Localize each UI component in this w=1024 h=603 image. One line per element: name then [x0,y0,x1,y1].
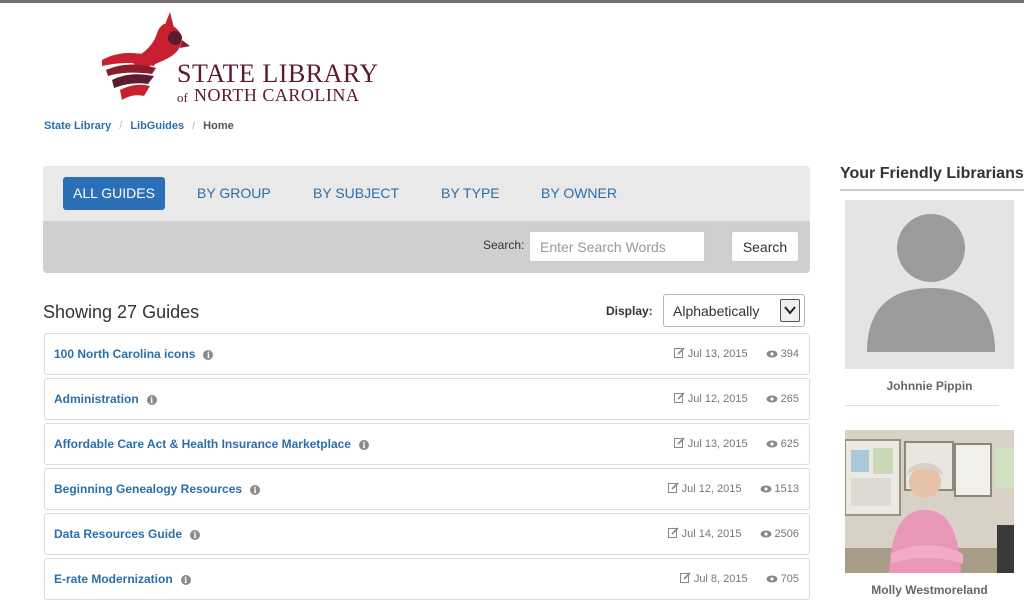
guide-link[interactable]: Affordable Care Act & Health Insurance M… [54,437,369,451]
tab-by-type[interactable]: BY TYPE [441,177,500,210]
display-select-value: Alphabetically [673,303,760,319]
sidebar-title: Your Friendly Librarians [840,165,1024,182]
info-icon[interactable]: i [146,395,157,405]
search-input[interactable] [529,231,705,262]
guide-title[interactable]: Data Resources Guide [54,527,182,541]
guide-title[interactable]: E-rate Modernization [54,572,173,586]
updated-date: Jul 14, 2015 [681,528,742,540]
guide-link[interactable]: 100 North Carolina icons i [54,347,214,361]
list-item: Beginning Genealogy Resources i Jul 12, 2… [44,468,810,510]
breadcrumb: State Library / LibGuides / Home [44,120,234,132]
eye-icon [766,575,778,583]
list-item: Affordable Care Act & Health Insurance M… [44,423,810,465]
breadcrumb-state-library[interactable]: State Library [44,120,111,132]
guide-link[interactable]: E-rate Modernization i [54,572,191,586]
breadcrumb-separator: / [119,120,123,132]
eye-icon [766,395,778,403]
view-count: 2506 [774,528,799,540]
guide-link[interactable]: Data Resources Guide i [54,527,201,541]
list-item: 100 North Carolina icons i Jul 13, 2015 39… [44,333,810,375]
guide-link[interactable]: Beginning Genealogy Resources i [54,482,261,496]
eye-icon [760,530,772,538]
search-button[interactable]: Search [731,231,799,262]
updated-date: Jul 8, 2015 [693,573,748,585]
librarian-avatar[interactable] [845,200,1014,369]
edit-icon [679,572,691,583]
librarian-name[interactable]: Johnnie Pippin [845,379,1014,393]
display-select[interactable]: Alphabetically [663,294,805,327]
tab-bar: ALL GUIDES BY GROUP BY SUBJECT BY TYPE B… [43,166,810,221]
results-count: Showing 27 Guides [43,302,200,322]
guide-meta: Jul 12, 2015 1513 [667,482,799,495]
edit-icon [673,437,685,448]
guide-title[interactable]: Beginning Genealogy Resources [54,482,242,496]
view-count: 1513 [774,483,799,495]
guide-meta: Jul 13, 2015 625 [673,437,799,450]
tab-by-owner[interactable]: BY OWNER [541,177,617,210]
search-label: Search: [483,238,525,252]
info-icon[interactable]: i [358,440,369,450]
guide-browse-panel: ALL GUIDES BY GROUP BY SUBJECT BY TYPE B… [43,166,810,273]
info-icon[interactable]: i [250,485,261,495]
display-label: Display: [606,304,653,318]
view-count: 625 [780,438,799,450]
info-icon[interactable]: i [180,575,191,585]
chevron-down-icon[interactable] [780,299,800,322]
guide-list: 100 North Carolina icons i Jul 13, 2015 39… [44,333,810,603]
list-item: Administration i Jul 12, 2015 265 [44,378,810,420]
list-item: Data Resources Guide i Jul 14, 2015 2506 [44,513,810,555]
view-count: 265 [780,393,799,405]
view-count: 394 [780,348,799,360]
tab-by-group[interactable]: BY GROUP [197,177,271,210]
edit-icon [673,347,685,358]
guide-title[interactable]: 100 North Carolina icons [54,347,195,361]
guide-meta: Jul 12, 2015 265 [673,392,799,405]
logo-text-north-carolina: NORTH CAROLINA [194,85,360,105]
guide-meta: Jul 14, 2015 2506 [667,527,799,540]
breadcrumb-home: Home [203,120,234,132]
librarian-photo[interactable] [845,430,1014,573]
updated-date: Jul 12, 2015 [687,393,748,405]
edit-icon [673,392,685,403]
updated-date: Jul 12, 2015 [681,483,742,495]
guide-link[interactable]: Administration i [54,392,157,406]
guide-title[interactable]: Affordable Care Act & Health Insurance M… [54,437,351,451]
guide-meta: Jul 13, 2015 394 [673,347,799,360]
divider [845,405,999,406]
eye-icon [760,485,772,493]
guide-meta: Jul 8, 2015 705 [679,572,799,585]
info-icon[interactable]: i [203,350,214,360]
eye-icon [766,440,778,448]
edit-icon [667,482,679,493]
guide-title[interactable]: Administration [54,392,139,406]
breadcrumb-separator: / [192,120,196,132]
updated-date: Jul 13, 2015 [687,438,748,450]
updated-date: Jul 13, 2015 [687,348,748,360]
info-icon[interactable]: i [190,530,201,540]
list-item: E-rate Modernization i Jul 8, 2015 705 [44,558,810,600]
librarian-name[interactable]: Molly Westmoreland [845,583,1014,597]
breadcrumb-libguides[interactable]: LibGuides [130,120,184,132]
tab-all-guides[interactable]: ALL GUIDES [63,177,165,210]
site-logo[interactable]: STATE LIBRARY of NORTH CAROLINA [100,10,400,105]
top-border [0,0,1024,3]
default-avatar-icon [867,214,995,352]
edit-icon [667,527,679,538]
eye-icon [766,350,778,358]
tab-by-subject[interactable]: BY SUBJECT [313,177,399,210]
view-count: 705 [780,573,799,585]
sidebar-divider [840,189,1024,191]
logo-text-of: of [177,90,188,105]
librarian-photo-image [845,430,1014,573]
